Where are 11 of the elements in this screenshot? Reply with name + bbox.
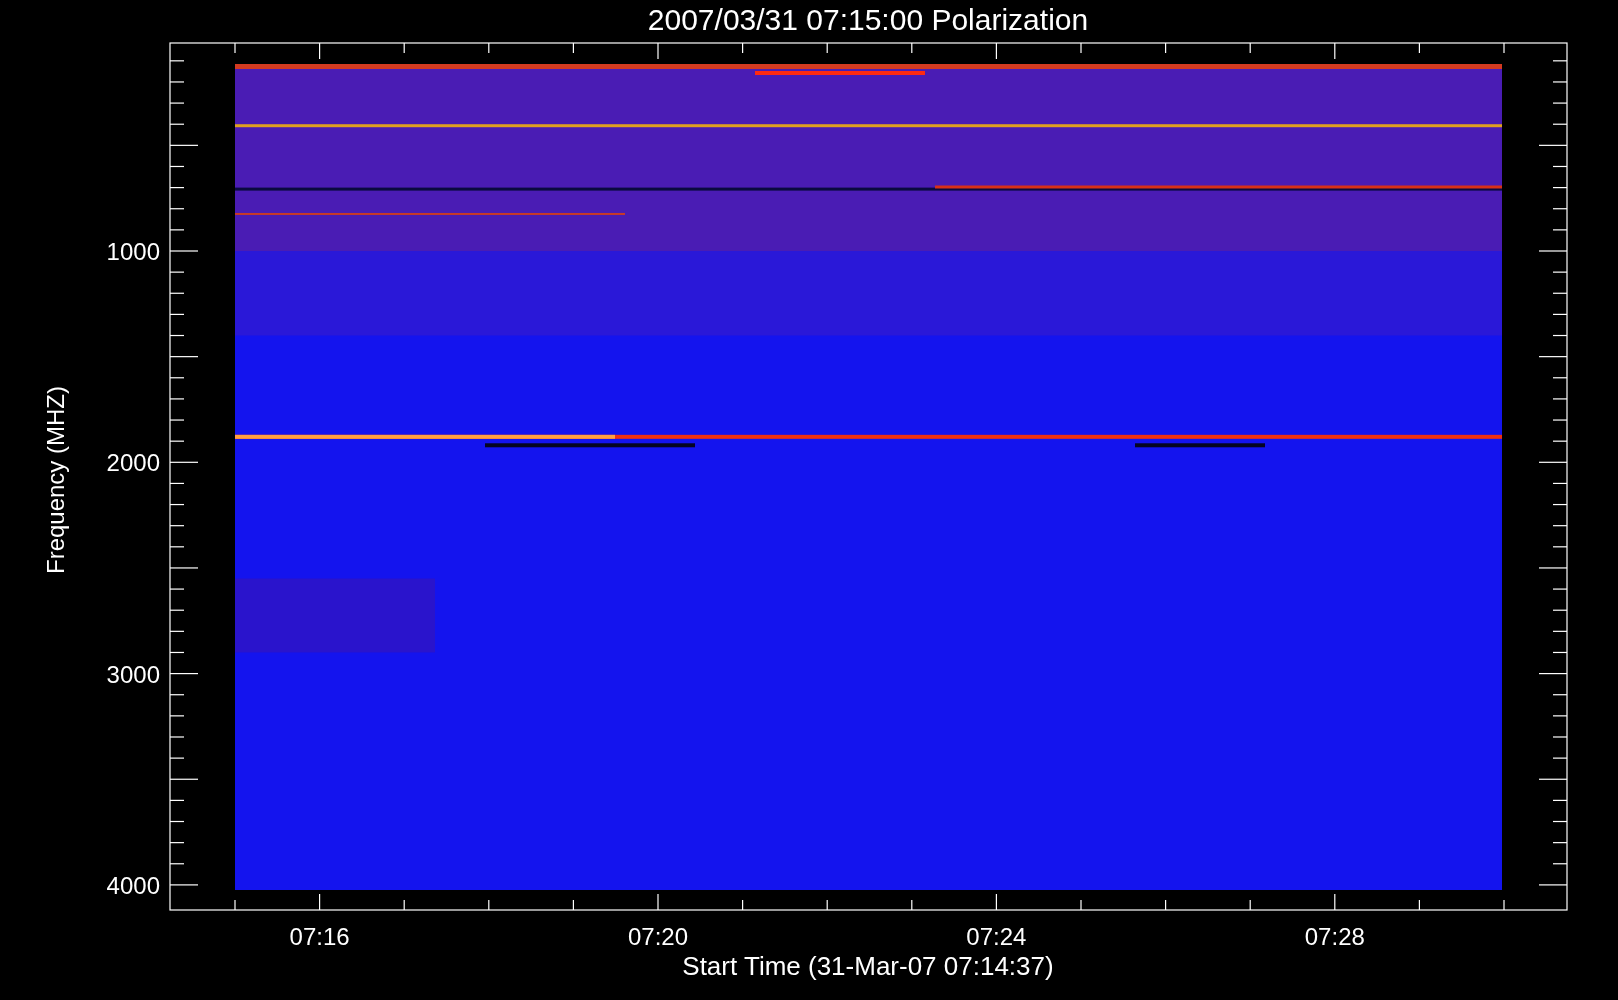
y-axis-label: Frequency (MHZ) [42, 386, 69, 574]
plot-title: 2007/03/31 07:15:00 Polarization [647, 3, 1089, 36]
y-tick-label: 2000 [106, 449, 160, 477]
y-tick-label: 4000 [106, 871, 160, 899]
y-tick-label: 3000 [106, 660, 160, 688]
x-tick-label: 07:24 [966, 923, 1027, 950]
x-tick-label: 07:28 [1304, 923, 1365, 950]
x-tick-label: 07:16 [289, 923, 350, 950]
y-tick-label: 1000 [106, 238, 160, 265]
x-tick-label: 07:20 [627, 923, 689, 950]
x-axis-label: Start Time (31-Mar-07 07:14:37) [682, 951, 1054, 981]
